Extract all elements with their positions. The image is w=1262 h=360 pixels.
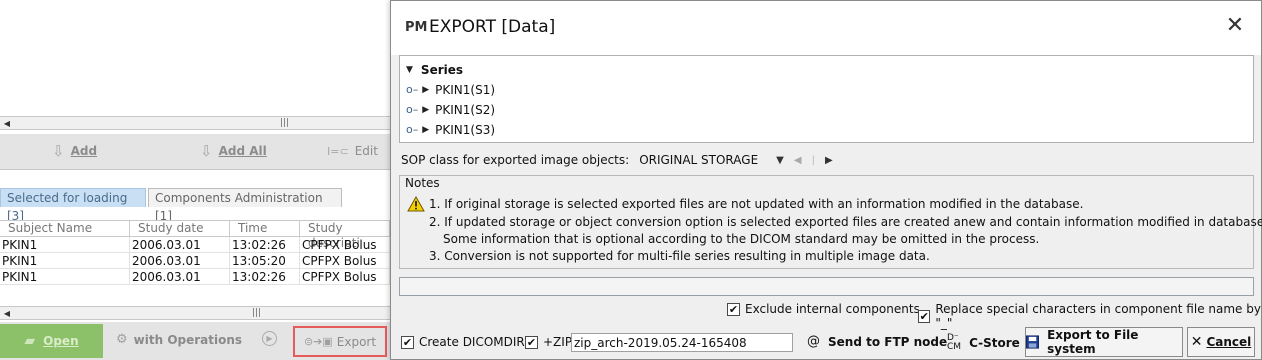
save-disk-icon: [1026, 335, 1040, 349]
close-icon: ✕: [1190, 334, 1203, 350]
close-icon[interactable]: ✕: [1223, 15, 1247, 39]
play-icon[interactable]: ▶: [262, 331, 277, 346]
cell-study-date: 2006.03.01: [130, 253, 230, 269]
exclude-internal-option[interactable]: ✔ Exclude internal components: [727, 302, 920, 316]
series-tree[interactable]: ▼ Series o– ▶ PKIN1(S1) o– ▶ PKIN1(S2) o…: [399, 55, 1254, 143]
tree-node-icon: o–: [406, 103, 419, 116]
replace-special-checkbox[interactable]: ✔: [918, 309, 931, 323]
dialog-title: EXPORT [Data]: [429, 17, 556, 37]
note-line-3: 3. Conversion is not supported for multi…: [429, 249, 930, 263]
previous-icon[interactable]: ◀: [794, 155, 802, 166]
cell-time: 13:02:26: [230, 269, 300, 285]
top-horizontal-scrollbar[interactable]: ◀ |||: [0, 116, 390, 130]
bottom-action-bar: ▰ Open ⚙ with Operations ▶ ⊜➔▣ Export: [0, 322, 390, 360]
sop-class-row: SOP class for exported image objects: OR…: [401, 151, 833, 169]
collapsed-triangle-icon[interactable]: ▶: [422, 121, 429, 139]
edit-icon: I=⊂: [327, 144, 349, 158]
column-header-study-date[interactable]: Study date: [130, 221, 230, 236]
open-button[interactable]: ▰ Open: [0, 324, 103, 358]
cell-subject-name: PKIN1: [0, 237, 130, 253]
scroll-grip-icon[interactable]: |||: [280, 118, 289, 129]
next-icon[interactable]: ▶: [825, 155, 833, 166]
collapsed-triangle-icon[interactable]: ▶: [422, 81, 429, 99]
tree-root-series[interactable]: ▼ Series: [406, 61, 463, 79]
separator: |: [811, 154, 815, 166]
cell-study-description: CPFPX Bolus: [300, 237, 390, 253]
tree-item-series[interactable]: o– ▶ PKIN1(S3): [406, 121, 495, 139]
note-line-2: 2. If updated storage or object conversi…: [429, 215, 1262, 229]
edit-button[interactable]: I=⊂ Edit: [327, 134, 378, 168]
tree-node-icon: o–: [406, 83, 419, 96]
tree-item-series[interactable]: o– ▶ PKIN1(S1): [406, 81, 495, 99]
folder-open-icon: ▰: [24, 333, 36, 349]
create-dicomdir-checkbox[interactable]: ✔: [401, 335, 414, 349]
cell-time: 13:05:20: [230, 253, 300, 269]
notes-label: Notes: [403, 176, 442, 190]
at-sign-icon: @: [807, 334, 820, 349]
zip-option[interactable]: ✔ +ZIP: [525, 335, 572, 349]
cell-subject-name: PKIN1: [0, 269, 130, 285]
arrow-down-icon: ⇩: [52, 142, 65, 160]
table-row[interactable]: PKIN1 2006.03.01 13:02:26 CPFPX Bolus: [0, 237, 390, 253]
with-operations-button[interactable]: ⚙ with Operations: [116, 332, 242, 347]
collapsed-triangle-icon[interactable]: ▶: [422, 101, 429, 119]
dropdown-triangle-icon[interactable]: ▼: [776, 155, 784, 166]
progress-bar: [399, 277, 1254, 296]
dialog-titlebar: PM EXPORT [Data] ✕: [391, 1, 1261, 55]
table-row[interactable]: PKIN1 2006.03.01 13:05:20 CPFPX Bolus: [0, 253, 390, 269]
cell-subject-name: PKIN1: [0, 253, 130, 269]
note-line-1: 1. If original storage is selected expor…: [429, 197, 1084, 211]
exclude-internal-checkbox[interactable]: ✔: [727, 302, 740, 316]
dicom-icon: D⁻ CM: [947, 333, 962, 352]
load-toolbar: ⇩ Add ⇩ Add All I=⊂ Edit: [0, 134, 390, 170]
add-all-button[interactable]: ⇩ Add All: [200, 134, 267, 168]
cell-study-date: 2006.03.01: [130, 269, 230, 285]
scroll-left-icon[interactable]: ◀: [1, 118, 13, 129]
tree-item-series[interactable]: o– ▶ PKIN1(S2): [406, 101, 495, 119]
warning-icon: [407, 196, 425, 212]
send-to-ftp-button[interactable]: @ Send to FTP node: [807, 334, 947, 349]
table-row[interactable]: PKIN1 2006.03.01 13:02:26 CPFPX Bolus: [0, 269, 390, 285]
replace-special-option[interactable]: ✔ Replace special characters in componen…: [918, 302, 1261, 330]
table-horizontal-scrollbar[interactable]: ◀ |||: [0, 306, 390, 320]
cell-study-date: 2006.03.01: [130, 237, 230, 253]
zip-checkbox[interactable]: ✔: [525, 335, 538, 349]
create-dicomdir-option[interactable]: ✔ Create DICOMDIR: [401, 335, 525, 349]
arrow-down-icon: ⇩: [200, 142, 213, 160]
sop-class-value[interactable]: ORIGINAL STORAGE: [639, 153, 758, 167]
zip-filename-input[interactable]: [571, 333, 793, 352]
note-line-2-continued: Some information that is optional accord…: [443, 232, 1040, 246]
cell-study-description: CPFPX Bolus: [300, 253, 390, 269]
export-icon: ⊜➔▣: [303, 335, 333, 348]
cell-time: 13:02:26: [230, 237, 300, 253]
cell-study-description: CPFPX Bolus: [300, 269, 390, 285]
c-store-button[interactable]: D⁻ CM C-Store: [947, 334, 1020, 352]
add-button[interactable]: ⇩ Add: [52, 134, 97, 168]
export-dialog: PM EXPORT [Data] ✕ ▼ Series o– ▶ PKIN1(S…: [390, 0, 1262, 360]
loading-tabs: Selected for loading [3] Components Admi…: [0, 188, 390, 223]
tree-node-icon: o–: [406, 123, 419, 136]
table-header: Subject Name Study date Time Study descr…: [0, 220, 390, 250]
tab-components-administration[interactable]: Components Administration [1]: [148, 188, 342, 223]
column-header-time[interactable]: Time: [230, 221, 300, 236]
tab-selected-for-loading[interactable]: Selected for loading [3]: [0, 188, 146, 223]
column-header-study-description[interactable]: Study descripti: [300, 221, 390, 250]
expanded-triangle-icon[interactable]: ▼: [406, 61, 413, 79]
export-button[interactable]: ⊜➔▣ Export: [293, 326, 387, 357]
sop-class-label: SOP class for exported image objects:: [401, 153, 630, 167]
column-header-subject-name[interactable]: Subject Name: [0, 221, 130, 236]
operations-icon: ⚙: [116, 332, 128, 347]
scroll-left-icon[interactable]: ◀: [1, 308, 13, 319]
cancel-button[interactable]: ✕ Cancel: [1187, 327, 1255, 357]
pmod-logo-icon: PM: [405, 20, 428, 35]
export-to-file-system-button[interactable]: Export to File system: [1025, 327, 1183, 357]
scroll-grip-icon[interactable]: |||: [252, 308, 261, 319]
